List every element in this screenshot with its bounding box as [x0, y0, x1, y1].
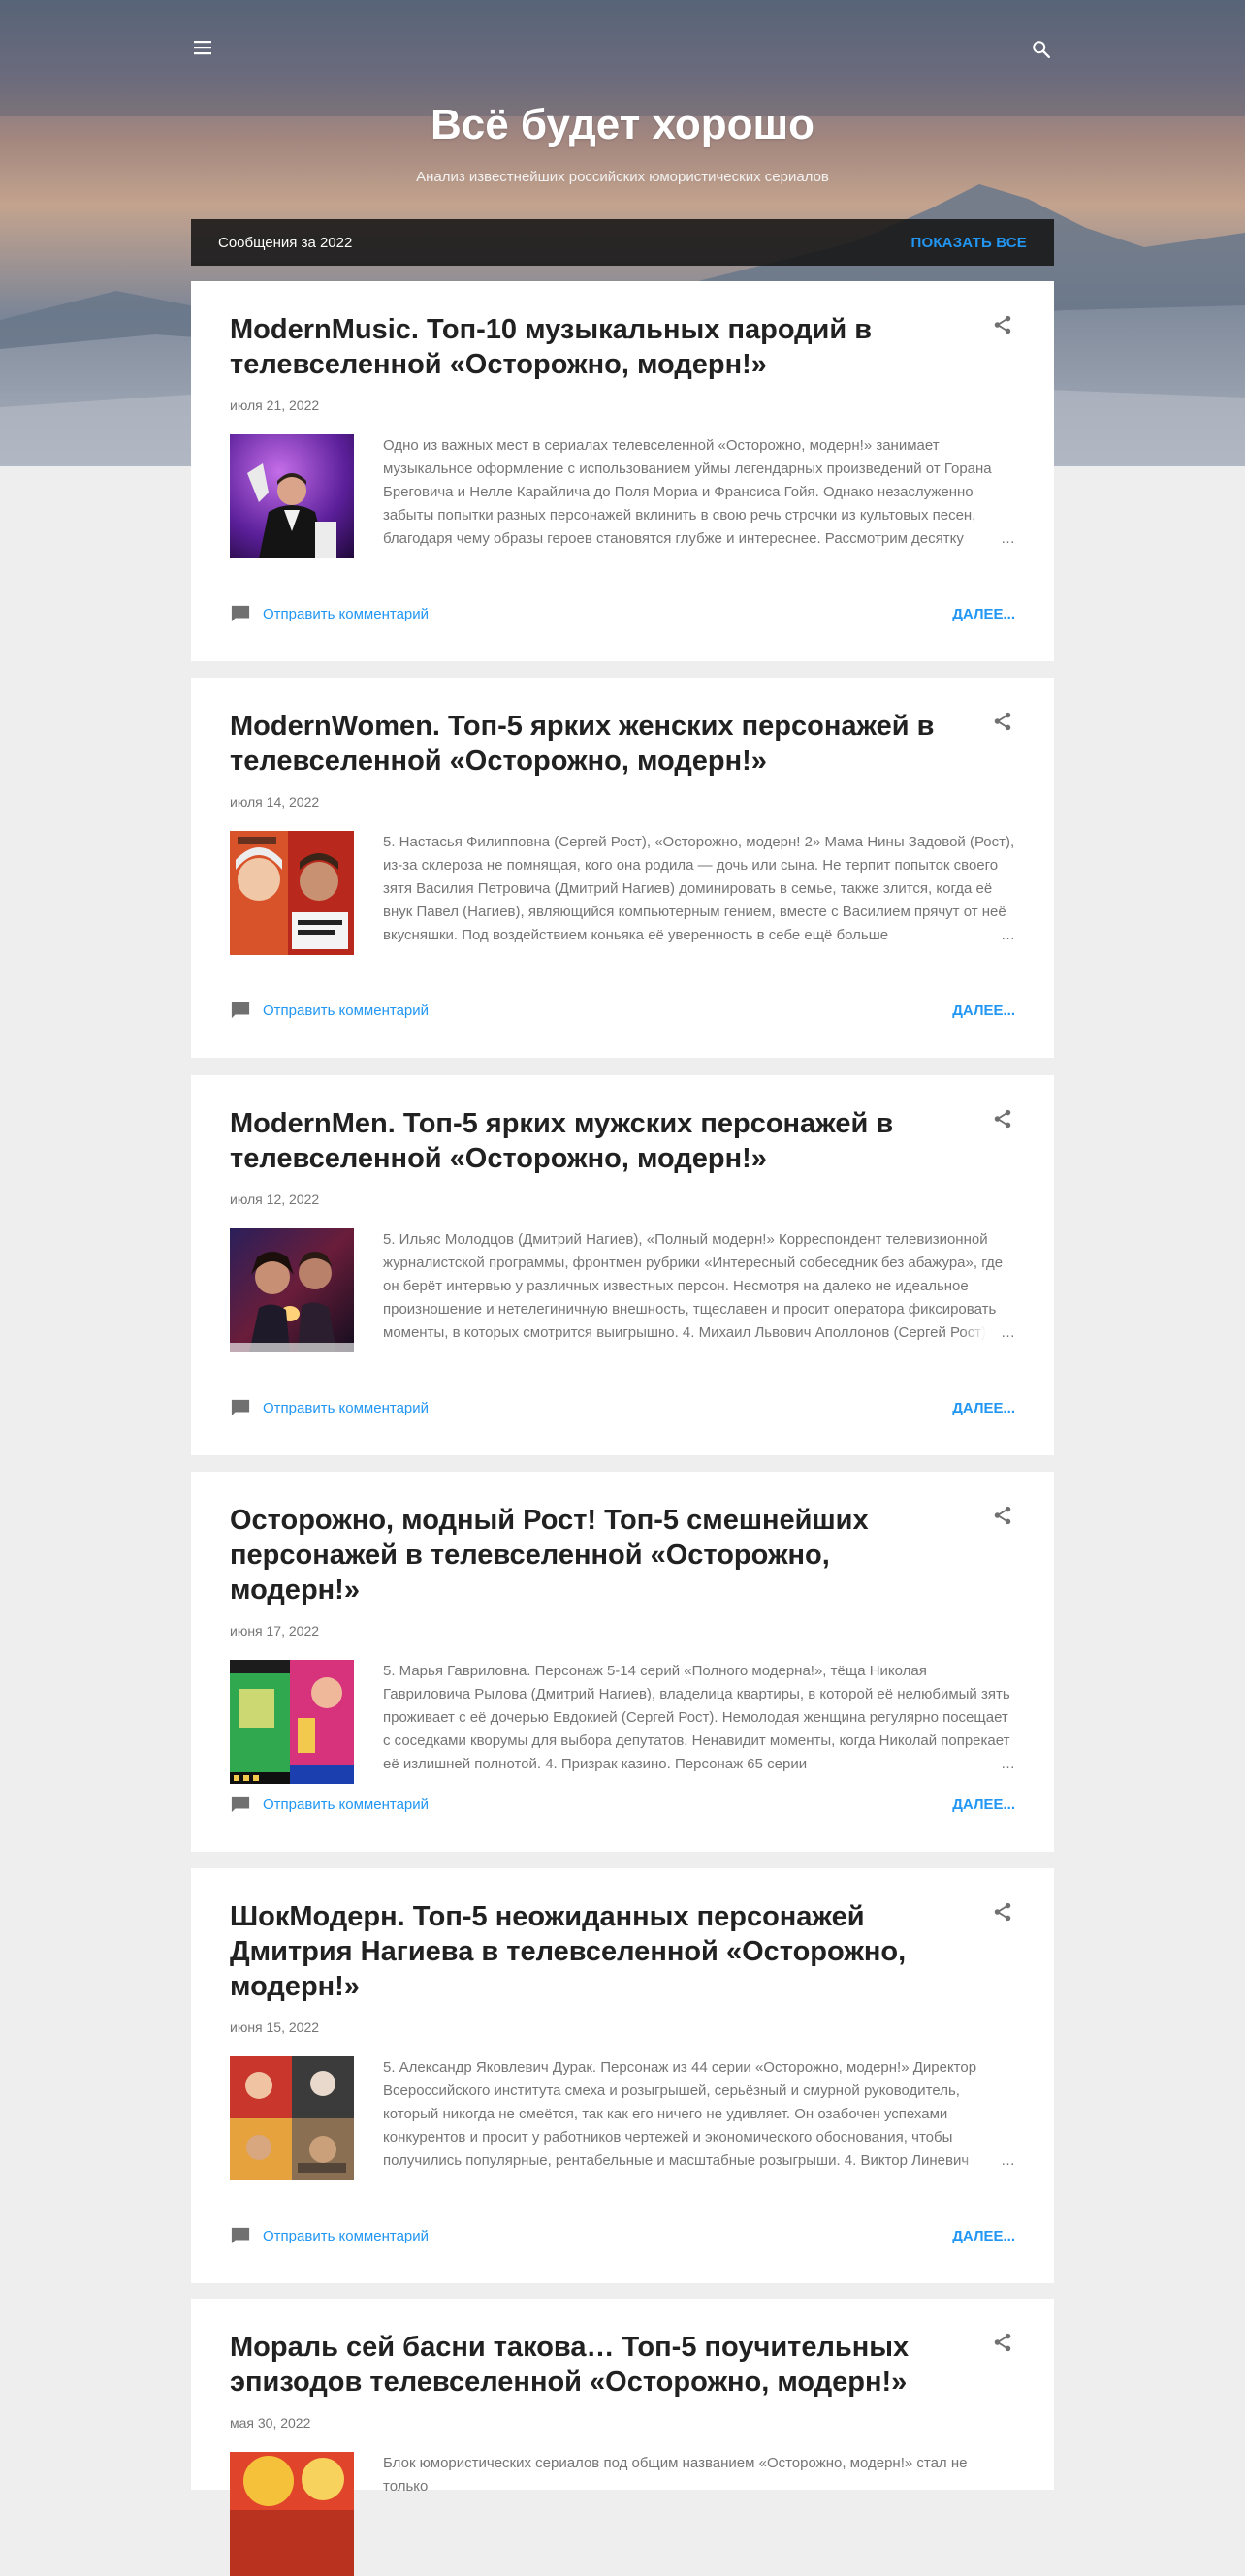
- share-icon: [994, 315, 1011, 334]
- share-icon: [994, 2333, 1011, 2352]
- post-thumbnail-image: [230, 1660, 354, 1784]
- comment-icon: [231, 605, 250, 622]
- menu-button[interactable]: [190, 35, 217, 60]
- post-thumbnail[interactable]: [230, 434, 354, 558]
- post-thumbnail-image: [230, 2056, 354, 2180]
- post-title[interactable]: ModernMusic. Топ-10 музыкальных пародий …: [230, 312, 938, 382]
- read-more-link[interactable]: ДАЛЕЕ...: [952, 1002, 1015, 1019]
- comment-icon: [231, 1796, 250, 1813]
- post-card: ModernMusic. Топ-10 музыкальных пародий …: [191, 281, 1054, 661]
- post-snippet: 5. Марья Гавриловна. Персонаж 5-14 серий…: [383, 1663, 1010, 1772]
- post-title[interactable]: Мораль сей басни такова… Топ-5 поучитель…: [230, 2330, 938, 2400]
- comment-link-label: Отправить комментарий: [263, 2227, 430, 2244]
- share-button[interactable]: [988, 310, 1017, 339]
- post-comment-link[interactable]: Отправить комментарий: [230, 1795, 429, 1814]
- posts-archive-bar: Сообщения за 2022 ПОКАЗАТЬ ВСЕ: [191, 219, 1054, 266]
- post-title[interactable]: ШокМодерн. Топ-5 неожиданных персонажей …: [230, 1899, 938, 2004]
- snippet-ellipsis: …: [962, 2149, 1015, 2173]
- post-card: ModernMen. Топ-5 ярких мужских персонаже…: [191, 1075, 1054, 1455]
- posts-year-label: Сообщения за 2022: [218, 234, 353, 251]
- post-date[interactable]: июля 14, 2022: [230, 794, 1015, 810]
- post-title[interactable]: ModernMen. Топ-5 ярких мужских персонаже…: [230, 1106, 938, 1176]
- comment-link-label: Отправить комментарий: [263, 1796, 430, 1813]
- menu-icon: [194, 41, 211, 55]
- post-snippet: Блок юмористических сериалов под общим н…: [383, 2455, 968, 2495]
- share-icon: [994, 1109, 1011, 1129]
- comment-link-label: Отправить комментарий: [263, 1399, 430, 1416]
- post-comment-link[interactable]: Отправить комментарий: [230, 1398, 429, 1417]
- share-icon: [994, 1902, 1011, 1922]
- share-icon: [994, 712, 1011, 731]
- post-date[interactable]: июня 17, 2022: [230, 1623, 1015, 1638]
- post-thumbnail-image: [230, 434, 354, 558]
- comment-link-label: Отправить комментарий: [263, 1002, 430, 1019]
- post-thumbnail-image: [230, 1228, 354, 1352]
- post-comment-link[interactable]: Отправить комментарий: [230, 604, 429, 623]
- post-thumbnail[interactable]: [230, 1228, 354, 1352]
- share-button[interactable]: [988, 707, 1017, 736]
- search-button[interactable]: [1027, 35, 1056, 64]
- post-comment-link[interactable]: Отправить комментарий: [230, 1001, 429, 1020]
- post-date[interactable]: мая 30, 2022: [230, 2415, 1015, 2431]
- post-date[interactable]: июля 12, 2022: [230, 1192, 1015, 1207]
- post-date[interactable]: июня 15, 2022: [230, 2019, 1015, 2035]
- read-more-link[interactable]: ДАЛЕЕ...: [952, 1797, 1015, 1813]
- post-thumbnail[interactable]: [230, 2056, 354, 2180]
- post-title[interactable]: Осторожно, модный Рост! Топ-5 смешнейших…: [230, 1503, 938, 1607]
- post-snippet: 5. Александр Яковлевич Дурак. Персонаж и…: [383, 2059, 977, 2169]
- read-more-link[interactable]: ДАЛЕЕ...: [952, 1400, 1015, 1416]
- share-button[interactable]: [988, 1501, 1017, 1530]
- post-thumbnail[interactable]: [230, 831, 354, 955]
- share-button[interactable]: [988, 1104, 1017, 1133]
- snippet-ellipsis: …: [962, 924, 1015, 947]
- post-thumbnail-image: [230, 2452, 354, 2576]
- post-snippet: Одно из важных мест в сериалах телевселе…: [383, 437, 992, 547]
- post-thumbnail[interactable]: [230, 1660, 354, 1784]
- share-icon: [994, 1506, 1011, 1525]
- post-snippet: 5. Настасья Филипповна (Сергей Рост), «О…: [383, 834, 1015, 943]
- share-button[interactable]: [988, 2328, 1017, 2357]
- post-comment-link[interactable]: Отправить комментарий: [230, 2226, 429, 2245]
- post-card: Осторожно, модный Рост! Топ-5 смешнейших…: [191, 1472, 1054, 1852]
- post-card: Мораль сей басни такова… Топ-5 поучитель…: [191, 2299, 1054, 2576]
- post-thumbnail-image: [230, 831, 354, 955]
- comment-icon: [231, 1002, 250, 1019]
- comment-icon: [231, 1399, 250, 1416]
- post-date[interactable]: июля 21, 2022: [230, 398, 1015, 413]
- post-card: ModernWomen. Топ-5 ярких женских персона…: [191, 678, 1054, 1058]
- snippet-ellipsis: …: [962, 1753, 1015, 1776]
- comment-icon: [231, 2227, 250, 2244]
- snippet-ellipsis: …: [962, 527, 1015, 551]
- read-more-link[interactable]: ДАЛЕЕ...: [952, 606, 1015, 622]
- search-icon: [1033, 41, 1050, 58]
- post-title[interactable]: ModernWomen. Топ-5 ярких женских персона…: [230, 709, 938, 779]
- post-thumbnail[interactable]: [230, 2452, 354, 2576]
- post-card: ШокМодерн. Топ-5 неожиданных персонажей …: [191, 1868, 1054, 2283]
- read-more-link[interactable]: ДАЛЕЕ...: [952, 2228, 1015, 2244]
- share-button[interactable]: [988, 1897, 1017, 1926]
- comment-link-label: Отправить комментарий: [263, 605, 430, 622]
- snippet-ellipsis: …: [962, 1321, 1015, 1345]
- post-snippet: 5. Ильяс Молодцов (Дмитрий Нагиев), «Пол…: [383, 1231, 1004, 1341]
- show-all-button[interactable]: ПОКАЗАТЬ ВСЕ: [910, 235, 1027, 251]
- blog-description: Анализ известнейших российских юмористич…: [416, 169, 829, 185]
- blog-title[interactable]: Всё будет хорошо: [0, 101, 1245, 149]
